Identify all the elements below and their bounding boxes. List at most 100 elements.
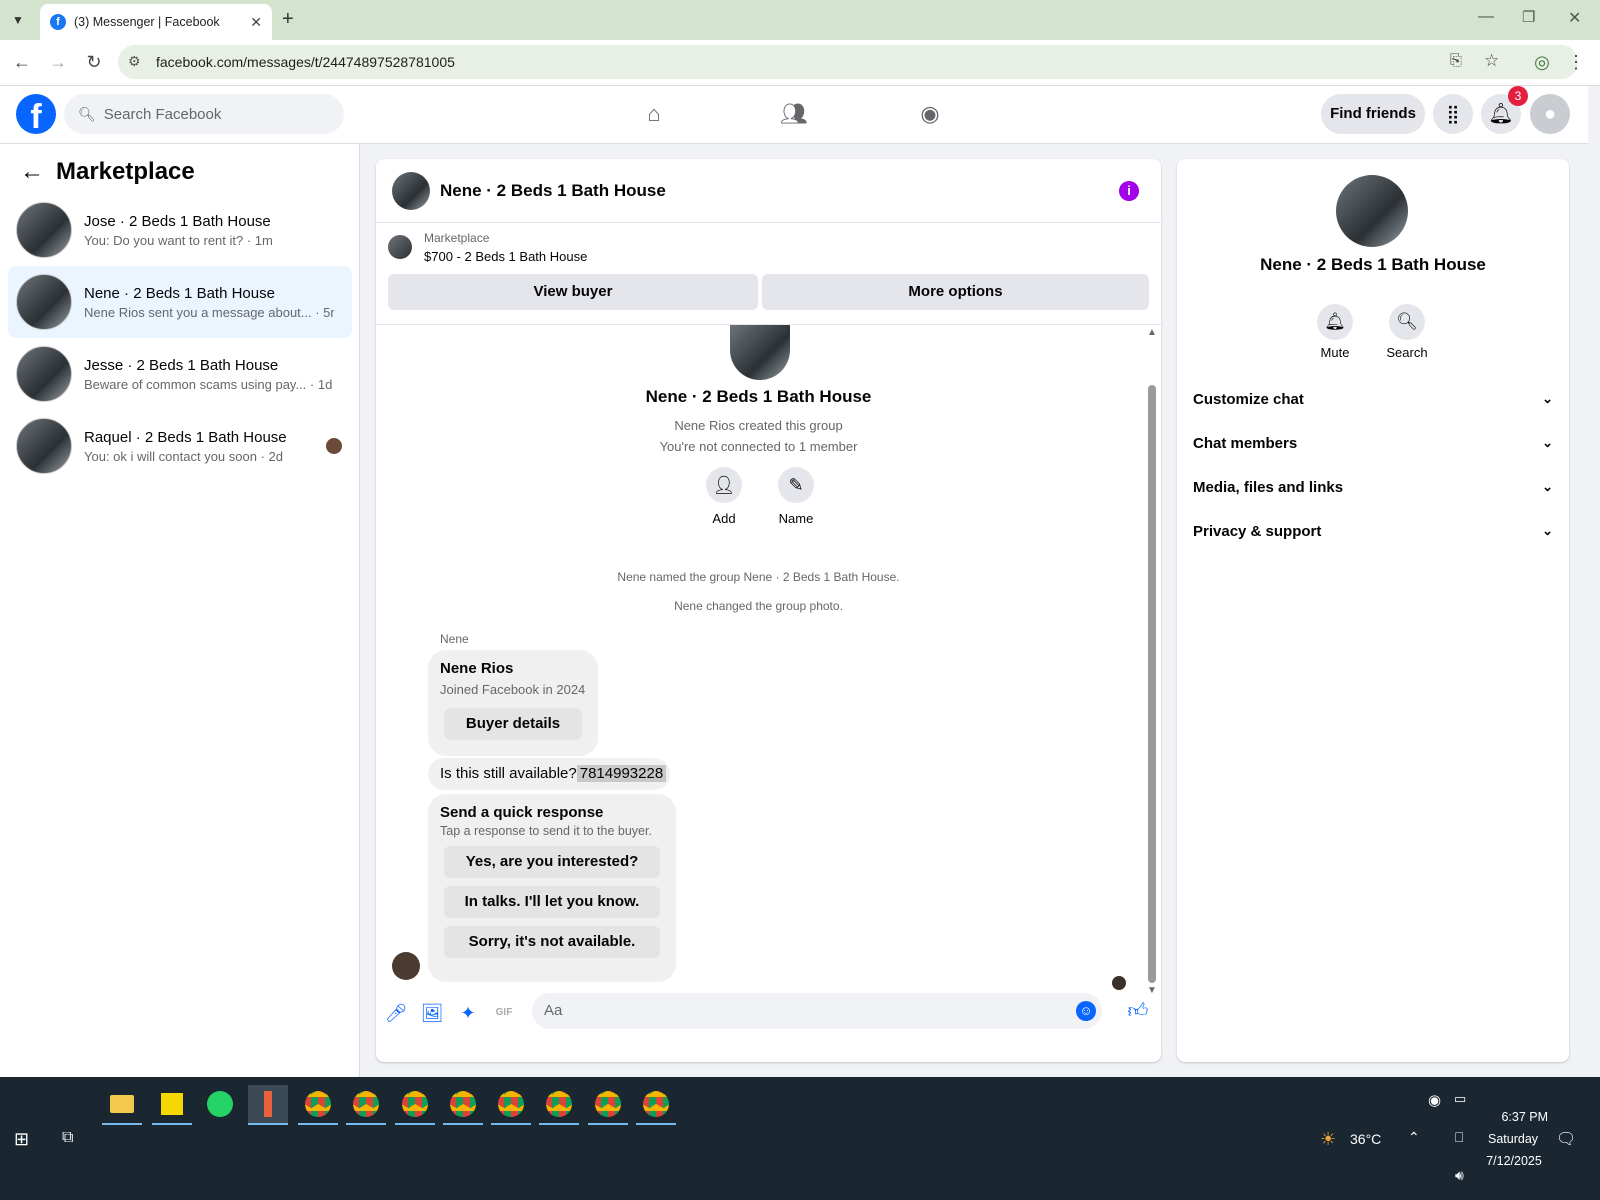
emoji-icon[interactable]: ☺ bbox=[1076, 1001, 1096, 1021]
search-input[interactable]: 🔍︎ Search Facebook bbox=[64, 94, 344, 134]
meet-now-icon[interactable]: ⎕ bbox=[1455, 1129, 1463, 1146]
reload-icon[interactable]: ↻ bbox=[82, 50, 106, 74]
new-tab-icon[interactable]: + bbox=[282, 8, 294, 31]
quick-response-sorry-button[interactable]: Sorry, it's not available. bbox=[444, 926, 660, 958]
profile-icon[interactable]: ◎ bbox=[1530, 50, 1554, 74]
avatar[interactable] bbox=[392, 171, 430, 210]
chrome-icon[interactable] bbox=[491, 1085, 531, 1125]
clock-date[interactable]: 7/12/2025 bbox=[1476, 1154, 1552, 1168]
phone-number[interactable]: 7814993228 bbox=[576, 765, 667, 782]
avatar bbox=[16, 418, 72, 474]
friends-icon[interactable]: 👥︎ bbox=[778, 98, 810, 130]
install-app-icon[interactable]: ⎘ bbox=[1450, 52, 1462, 69]
scroll-up-icon[interactable]: ▲ bbox=[1147, 327, 1157, 338]
sticky-notes-icon[interactable] bbox=[152, 1085, 192, 1125]
task-view-icon[interactable]: ⧉ bbox=[62, 1129, 73, 1147]
back-arrow-icon[interactable]: ← bbox=[20, 158, 44, 186]
chat-title[interactable]: Nene · 2 Beds 1 Bath House bbox=[440, 181, 666, 201]
avatar bbox=[16, 202, 72, 258]
show-hidden-icons-icon[interactable]: ⌃ bbox=[1408, 1129, 1420, 1146]
notification-badge: 3 bbox=[1508, 86, 1528, 106]
network-tray-icon[interactable]: ▭ bbox=[1454, 1091, 1466, 1107]
info-icon[interactable]: i bbox=[1119, 181, 1139, 201]
avatar bbox=[16, 274, 72, 330]
conversation-item-nene[interactable]: Nene · 2 Beds 1 Bath House Nene Rios sent… bbox=[8, 266, 352, 338]
scrollbar[interactable] bbox=[1148, 385, 1156, 983]
conversation-preview: You: Do you want to rent it? · 1m bbox=[84, 232, 273, 248]
quick-response-talks-button[interactable]: In talks. I'll let you know. bbox=[444, 886, 660, 918]
mute-bell-icon[interactable]: 🔔︎ bbox=[1317, 304, 1353, 340]
chrome-icon[interactable] bbox=[395, 1085, 435, 1125]
whatsapp-icon[interactable] bbox=[200, 1085, 240, 1125]
microphone-icon[interactable]: 🎤︎ bbox=[384, 1001, 408, 1025]
buyer-details-button[interactable]: Buyer details bbox=[444, 708, 582, 740]
volume-icon[interactable]: 🔊︎ bbox=[1455, 1167, 1464, 1184]
record-icon[interactable]: ◉ bbox=[1428, 1091, 1441, 1109]
customize-chat-section[interactable]: Customize chat ⌄ bbox=[1193, 391, 1553, 408]
chrome-icon[interactable] bbox=[443, 1085, 483, 1125]
chat-details-panel: Nene · 2 Beds 1 Bath House 🔔︎ Mute 🔍︎ Se… bbox=[1177, 159, 1569, 1062]
edit-pencil-icon[interactable]: ✎ bbox=[778, 467, 814, 503]
conversation-item-jesse[interactable]: Jesse · 2 Beds 1 Bath House Beware of com… bbox=[8, 338, 352, 410]
chrome-icon[interactable] bbox=[539, 1085, 579, 1125]
photo-icon[interactable]: 🖼︎ bbox=[420, 1001, 444, 1025]
clock-time[interactable]: 6:37 PM bbox=[1488, 1110, 1548, 1124]
weather-icon[interactable]: ☀ bbox=[1320, 1129, 1336, 1150]
pinned-app-icon[interactable] bbox=[248, 1085, 288, 1125]
search-label: Search bbox=[1386, 345, 1428, 360]
back-arrow-icon[interactable]: ← bbox=[10, 50, 34, 74]
home-icon[interactable]: ⌂ bbox=[638, 98, 670, 130]
chat-members-section[interactable]: Chat members ⌄ bbox=[1193, 435, 1553, 452]
chevron-down-icon: ⌄ bbox=[1542, 435, 1553, 450]
forward-arrow-icon[interactable]: → bbox=[46, 50, 70, 74]
section-label: Media, files and links bbox=[1193, 479, 1344, 496]
chrome-icon[interactable] bbox=[588, 1085, 628, 1125]
restore-icon[interactable]: ❐ bbox=[1522, 8, 1535, 26]
facebook-logo-icon[interactable]: f bbox=[16, 94, 56, 136]
file-explorer-icon[interactable] bbox=[102, 1085, 142, 1125]
add-person-icon[interactable]: 👤︎ bbox=[706, 467, 742, 503]
conversation-name: Nene · 2 Beds 1 Bath House bbox=[84, 284, 275, 302]
minimize-icon[interactable]: — bbox=[1478, 8, 1494, 26]
menu-grid-icon[interactable]: ⣿ bbox=[1433, 94, 1473, 134]
notifications-center-icon[interactable]: 🗨︎ bbox=[1556, 1129, 1576, 1149]
chevron-down-icon: ⌄ bbox=[1542, 391, 1553, 406]
chrome-icon[interactable] bbox=[346, 1085, 386, 1125]
chrome-icon[interactable] bbox=[298, 1085, 338, 1125]
find-friends-button[interactable]: Find friends bbox=[1321, 94, 1425, 134]
account-avatar[interactable]: ● bbox=[1530, 94, 1570, 134]
start-windows-icon[interactable]: ⊞ bbox=[14, 1129, 29, 1150]
message-thread: ▲ ▼ Nene · 2 Beds 1 Bath House Nene Rios… bbox=[376, 324, 1161, 996]
view-buyer-button[interactable]: View buyer bbox=[388, 274, 758, 310]
media-files-links-section[interactable]: Media, files and links ⌄ bbox=[1193, 479, 1553, 496]
privacy-support-section[interactable]: Privacy & support ⌄ bbox=[1193, 523, 1553, 540]
groups-icon[interactable]: ◉ bbox=[914, 98, 946, 130]
facebook-favicon-icon: f bbox=[50, 14, 66, 30]
search-icon[interactable]: 🔍︎ bbox=[1389, 304, 1425, 340]
thumbs-up-icon[interactable]: 👍︎ bbox=[1126, 999, 1150, 1023]
seen-avatar bbox=[1112, 976, 1126, 990]
temperature[interactable]: 36°C bbox=[1350, 1131, 1381, 1147]
close-window-icon[interactable]: ✕ bbox=[1568, 8, 1581, 28]
sticker-icon[interactable]: ✦ bbox=[456, 1001, 480, 1025]
gif-icon[interactable]: GIF bbox=[492, 1001, 516, 1025]
more-options-button[interactable]: More options bbox=[762, 274, 1149, 310]
chrome-icon[interactable] bbox=[636, 1085, 676, 1125]
quick-response-yes-button[interactable]: Yes, are you interested? bbox=[444, 846, 660, 878]
conversation-item-jose[interactable]: Jose · 2 Beds 1 Bath House You: Do you wa… bbox=[8, 194, 352, 266]
quick-response-title: Send a quick response bbox=[440, 804, 604, 821]
section-label: Privacy & support bbox=[1193, 523, 1322, 540]
conversation-item-raquel[interactable]: Raquel · 2 Beds 1 Bath House You: ok i wi… bbox=[8, 410, 352, 482]
menu-kebab-icon[interactable]: ⋮ bbox=[1564, 50, 1588, 74]
bookmark-star-icon[interactable]: ☆ bbox=[1484, 51, 1499, 71]
group-avatar bbox=[730, 325, 790, 380]
close-tab-icon[interactable]: ✕ bbox=[250, 14, 262, 31]
tab-list-chevron-icon[interactable]: ▼ bbox=[8, 10, 28, 30]
browser-tab[interactable]: f (3) Messenger | Facebook ✕ bbox=[40, 4, 272, 40]
message-input[interactable]: Aa ☺ bbox=[532, 993, 1102, 1029]
quick-response-subtitle: Tap a response to send it to the buyer. bbox=[440, 824, 652, 838]
clock-day[interactable]: Saturday bbox=[1478, 1132, 1548, 1146]
site-info-icon[interactable]: ⚙ bbox=[128, 53, 141, 70]
message-text: Is this still available? bbox=[440, 765, 577, 782]
address-bar[interactable]: ⚙ facebook.com/messages/t/24474897528781… bbox=[118, 45, 1578, 79]
